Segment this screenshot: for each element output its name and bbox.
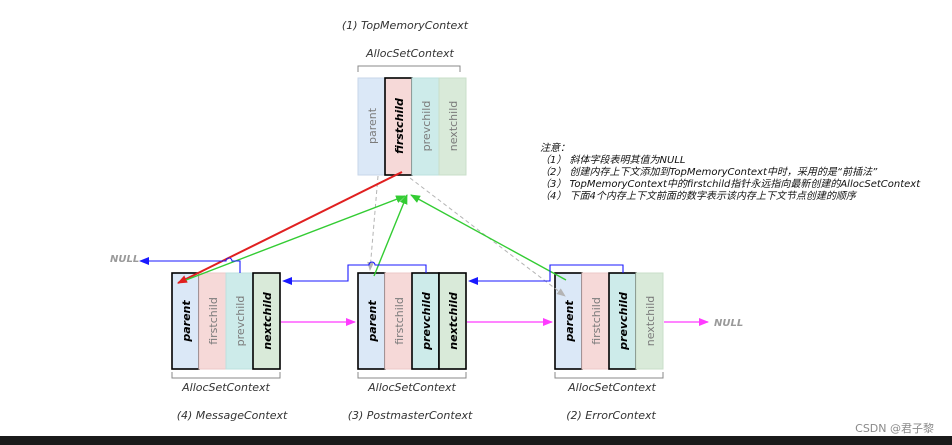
top-field-parent-label: parent [366, 107, 379, 144]
top-struct-label: AllocSetContext [365, 47, 454, 60]
parent-arrow-message [185, 195, 406, 281]
bottom-bar [0, 436, 952, 445]
postmaster-field-prevchild-label: prevchild [420, 292, 433, 351]
top-context-title: (1) TopMemoryContext [342, 19, 469, 32]
notes-line-4: （4） 下面4个内存上下文前面的数字表示该内存上下文节点创建的顺序 [540, 190, 858, 202]
notes-title: 注意： [540, 142, 570, 154]
error-struct-brace [554, 372, 664, 379]
message-field-parent-label: parent [180, 300, 193, 343]
message-field-nextchild-label: nextchild [261, 292, 274, 350]
notes-line-3: （3） TopMemoryContext中的firstchild指针永远指向最新… [540, 178, 921, 190]
notes-line-2: （2） 创建内存上下文添加到TopMemoryContext中时，采用的是“前插… [540, 166, 878, 178]
postmaster-context-title: (3) PostmasterContext [348, 409, 473, 422]
firstchild-arrow [177, 171, 403, 284]
error-field-nextchild-label: nextchild [644, 296, 657, 346]
memory-context-diagram: (1) TopMemoryContext AllocSetContext par… [110, 19, 921, 422]
dashed-arrow-1 [367, 175, 379, 271]
top-struct-brace [357, 65, 461, 72]
top-node: parent firstchild prevchild nextchild [357, 77, 467, 176]
message-struct-label: AllocSetContext [181, 381, 270, 394]
notes-block: 注意： （1） 斜体字段表明其值为NULL （2） 创建内存上下文添加到TopM… [540, 142, 921, 202]
null-left-label: NULL [110, 254, 139, 265]
parent-arrow-postmaster [373, 194, 408, 277]
postmaster-field-nextchild-label: nextchild [447, 292, 460, 350]
postmaster-field-firstchild-label: firstchild [393, 297, 406, 345]
error-field-parent-label: parent [563, 300, 576, 343]
error-struct-label: AllocSetContext [567, 381, 656, 394]
postmaster-struct-label: AllocSetContext [367, 381, 456, 394]
top-field-prevchild-label: prevchild [420, 101, 433, 152]
error-field-prevchild-label: prevchild [617, 292, 630, 351]
error-context-title: (2) ErrorContext [566, 409, 656, 422]
top-field-nextchild-label: nextchild [447, 101, 460, 151]
null-right-label: NULL [714, 318, 743, 329]
parent-arrow-error [410, 194, 567, 281]
error-field-firstchild-label: firstchild [590, 297, 603, 345]
postmaster-struct-brace [357, 372, 467, 379]
message-struct-brace [171, 372, 281, 379]
top-field-firstchild-label: firstchild [393, 98, 406, 154]
message-field-prevchild-label: prevchild [234, 296, 247, 347]
postmaster-field-parent-label: parent [366, 300, 379, 343]
child-node-error: parent firstchild prevchild nextchild [554, 272, 664, 370]
message-context-title: (4) MessageContext [177, 409, 288, 422]
notes-line-1: （1） 斜体字段表明其值为NULL [540, 154, 685, 166]
watermark: CSDN @君子黎 [855, 422, 934, 435]
child-node-message: parent firstchild prevchild nextchild [171, 272, 281, 370]
message-field-firstchild-label: firstchild [207, 297, 220, 345]
child-node-postmaster: parent firstchild prevchild nextchild [357, 272, 467, 370]
